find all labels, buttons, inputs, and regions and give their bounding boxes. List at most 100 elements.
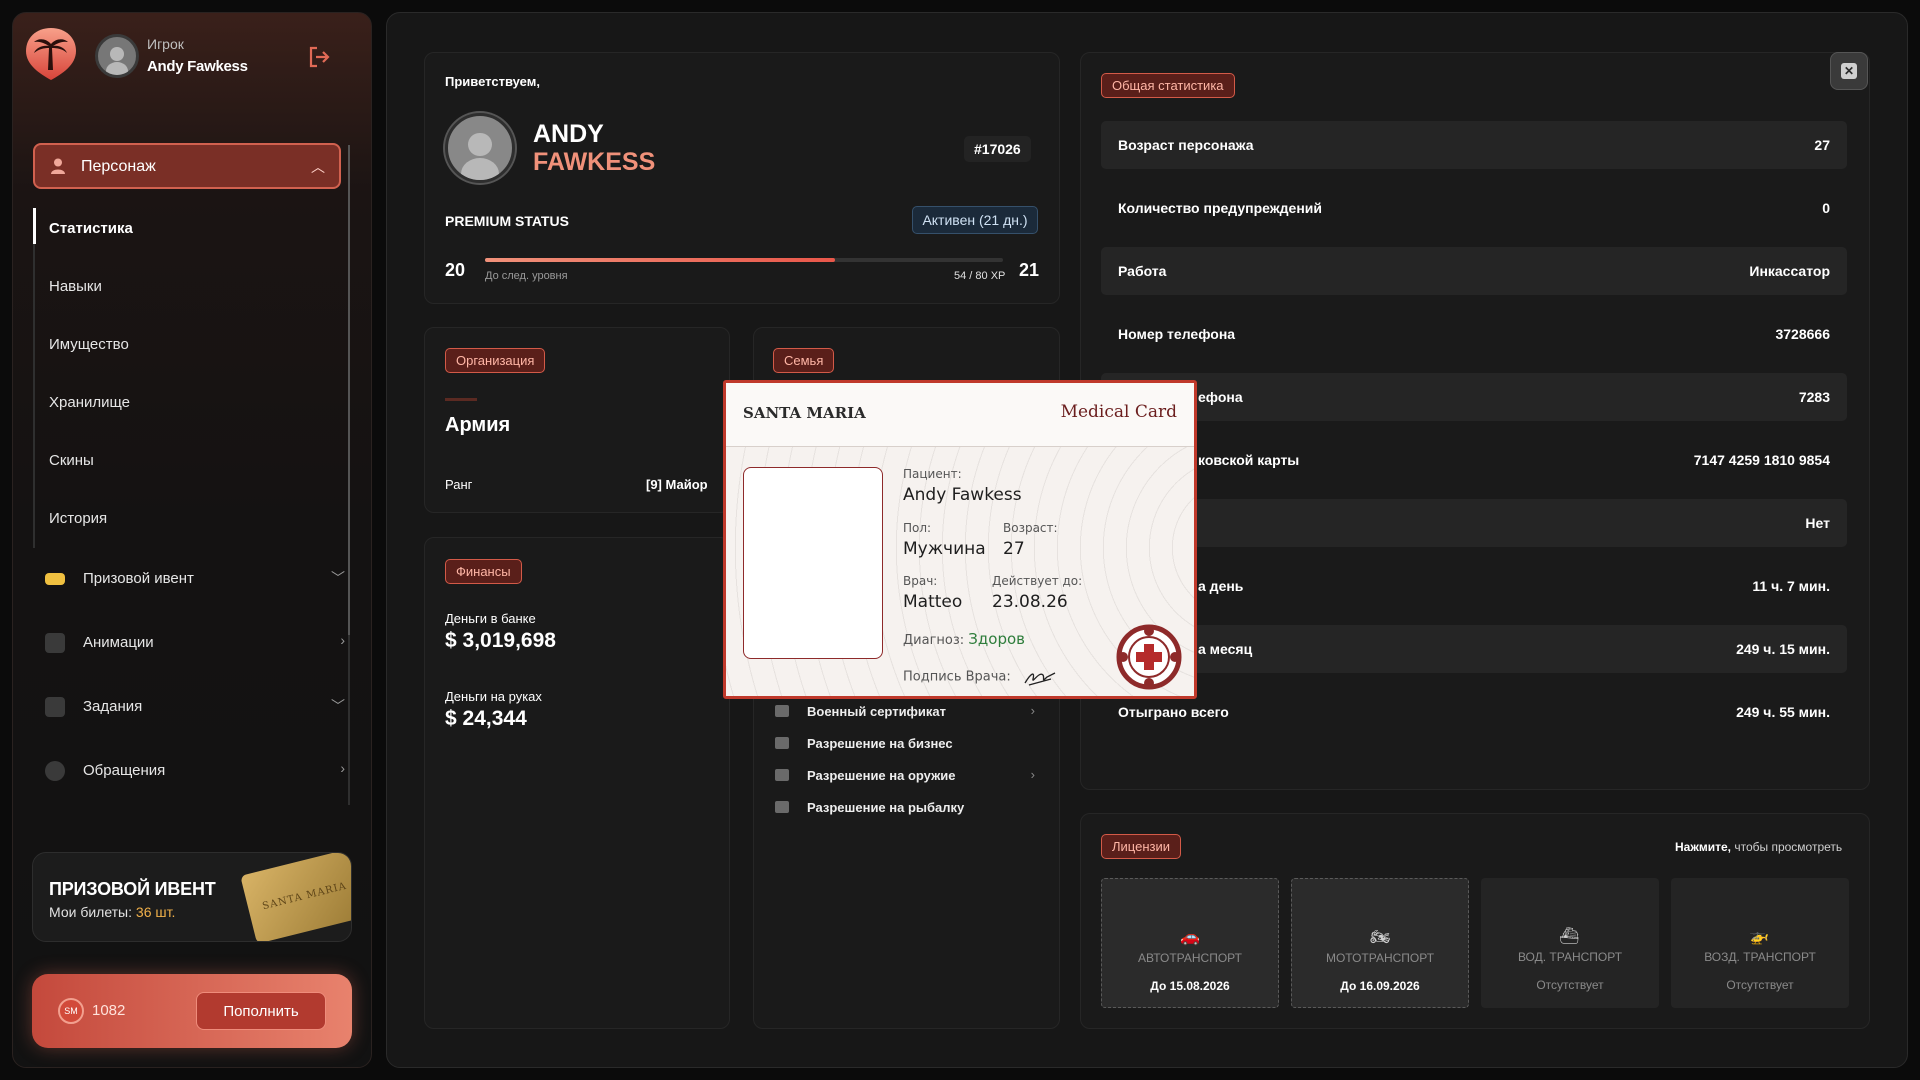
support-icon (45, 761, 65, 781)
menu-animations-label: Анимации (83, 634, 154, 651)
menu-tasks-label: Задания (83, 698, 143, 715)
medical-card-title: Medical Card (1060, 402, 1177, 422)
license-title: АВТОТРАНСПОРТ (1138, 951, 1242, 965)
last-name: FAWKESS (533, 148, 656, 176)
palm-logo-icon (26, 28, 76, 80)
signature-row: Подпись Врача: (903, 667, 1057, 687)
xp-value: 54 / 80 XP (954, 270, 1006, 282)
stat-row: Возраст персонажа 27 (1101, 121, 1847, 169)
menu-animations[interactable]: Анимации › (45, 629, 345, 659)
stat-row: ефона 7283 (1101, 373, 1847, 421)
subitem-skins[interactable]: Скины (49, 452, 94, 469)
stat-row: Номер телефона 3728666 (1118, 326, 1830, 342)
finances-tag: Финансы (445, 559, 522, 584)
gun-icon (775, 769, 789, 781)
stats-tag: Общая статистика (1101, 73, 1235, 98)
diagnosis: Диагноз: Здоров (903, 630, 1025, 648)
patient-label: Пациент: (903, 467, 962, 481)
subitem-history[interactable]: История (49, 510, 107, 527)
age-label: Возраст: (1003, 521, 1058, 535)
bank-value: $ 3,019,698 (445, 629, 556, 652)
rank-value: [9] Майор (646, 477, 708, 492)
close-icon: ✕ (1841, 63, 1857, 79)
chevron-down-icon: ﹀ (331, 698, 345, 714)
medical-seal-icon (1116, 624, 1182, 690)
license-car[interactable]: 🚗 АВТОТРАНСПОРТ До 15.08.2026 (1101, 878, 1279, 1008)
boat-icon: ⛴ (1559, 928, 1580, 945)
subitem-skills[interactable]: Навыки (49, 278, 102, 295)
cash-value: $ 24,344 (445, 707, 527, 730)
prize-event-card[interactable]: ПРИЗОВОЙ ИВЕНТ Мои билеты: 36 шт. SANTA … (32, 852, 352, 942)
menu-tasks[interactable]: Задания ﹀ (45, 693, 345, 723)
doc-label: Военный сертификат (807, 704, 947, 719)
doc-fishing-permit[interactable]: Разрешение на рыбалку (775, 797, 1035, 821)
stat-row: Работа Инкассатор (1101, 247, 1847, 295)
welcome-panel (424, 52, 1060, 304)
coin-icon: SM (58, 998, 84, 1024)
organization-tag: Организация (445, 348, 546, 373)
sidebar-scrollbar-thumb[interactable] (348, 145, 350, 635)
license-detail: Отсутствует (1536, 978, 1604, 992)
license-moto[interactable]: 🏍 МОТОТРАНСПОРТ До 16.09.2026 (1291, 878, 1469, 1008)
briefcase-icon (775, 737, 789, 749)
license-detail: До 15.08.2026 (1150, 979, 1230, 993)
logout-icon[interactable] (306, 44, 332, 70)
age-value: 27 (1003, 539, 1025, 559)
signature-label: Подпись Врача: (903, 669, 1011, 685)
cash-label: Деньги на руках (445, 689, 542, 704)
menu-reports[interactable]: Обращения › (45, 757, 345, 787)
chevron-right-icon: › (1030, 703, 1035, 718)
player-id-badge: #17026 (964, 136, 1031, 162)
event-tickets-value: 36 шт. (135, 904, 176, 920)
close-button[interactable]: ✕ (1830, 52, 1868, 90)
event-tickets: Мои билеты: 36 шт. (49, 904, 175, 920)
golden-ticket-image: SANTA MARIA (240, 853, 351, 941)
license-title: МОТОТРАНСПОРТ (1325, 951, 1435, 965)
certificate-icon (775, 705, 789, 717)
topup-button[interactable]: Пополнить (196, 992, 326, 1030)
licenses-tag: Лицензии (1101, 834, 1181, 859)
subitem-storage[interactable]: Хранилище (49, 394, 130, 411)
event-tickets-label: Мои билеты: (49, 904, 133, 920)
premium-label: PREMIUM STATUS (445, 213, 569, 229)
user-avatar[interactable] (95, 34, 139, 78)
dance-icon (45, 633, 65, 653)
balance-value: 1082 (92, 1002, 126, 1019)
menu-character[interactable]: Персонаж ︿ (33, 143, 341, 189)
user-name: Andy Fawkess (147, 58, 248, 75)
stat-row: Количество предупреждений 0 (1118, 200, 1830, 216)
valid-until-label: Действует до: (992, 574, 1083, 588)
event-title: ПРИЗОВОЙ ИВЕНТ (49, 879, 216, 899)
organization-name: Армия (445, 414, 511, 436)
subitem-statistics[interactable]: Статистика (49, 220, 133, 237)
doctor-value: Matteo (903, 592, 963, 612)
license-water[interactable]: ⛴ ВОД. ТРАНСПОРТ Отсутствует (1481, 878, 1659, 1008)
character-avatar (445, 113, 515, 183)
chevron-right-icon: › (1030, 767, 1035, 782)
submenu-active-indicator (33, 208, 36, 244)
doc-business-permit[interactable]: Разрешение на бизнес (775, 733, 1035, 757)
subitem-property[interactable]: Имущество (49, 336, 129, 353)
doc-weapon-permit[interactable]: Разрешение на оружие › (775, 765, 1035, 789)
diagnosis-value: Здоров (968, 630, 1026, 648)
doc-military-certificate[interactable]: Военный сертификат › (775, 701, 1035, 725)
first-name: ANDY (533, 120, 604, 148)
car-icon: 🚗 (1180, 929, 1200, 946)
doctor-label: Врач: (903, 574, 938, 588)
menu-character-label: Персонаж (81, 158, 156, 175)
user-icon (51, 158, 65, 174)
user-role: Игрок (147, 36, 184, 52)
balance-card: SM 1082 Пополнить (32, 974, 352, 1048)
sex-label: Пол: (903, 521, 932, 535)
medical-card[interactable]: SANTA MARIA Medical Card Пациент: Andy F… (723, 380, 1197, 699)
bank-label: Деньги в банке (445, 611, 536, 626)
stat-row: ковской карты 7147 4259 1810 9854 (1198, 452, 1830, 468)
stat-row: Нет (1101, 499, 1847, 547)
menu-prize-event[interactable]: Призовой ивент ﹀ (45, 565, 345, 595)
license-air[interactable]: 🚁 ВОЗД. ТРАНСПОРТ Отсутствует (1671, 878, 1849, 1008)
stat-row: а месяц 249 ч. 15 мин. (1101, 625, 1847, 673)
license-detail: До 16.09.2026 (1340, 979, 1420, 993)
stat-row: а день 11 ч. 7 мин. (1198, 578, 1830, 594)
license-detail: Отсутствует (1726, 978, 1794, 992)
doc-label: Разрешение на оружие (807, 768, 956, 783)
